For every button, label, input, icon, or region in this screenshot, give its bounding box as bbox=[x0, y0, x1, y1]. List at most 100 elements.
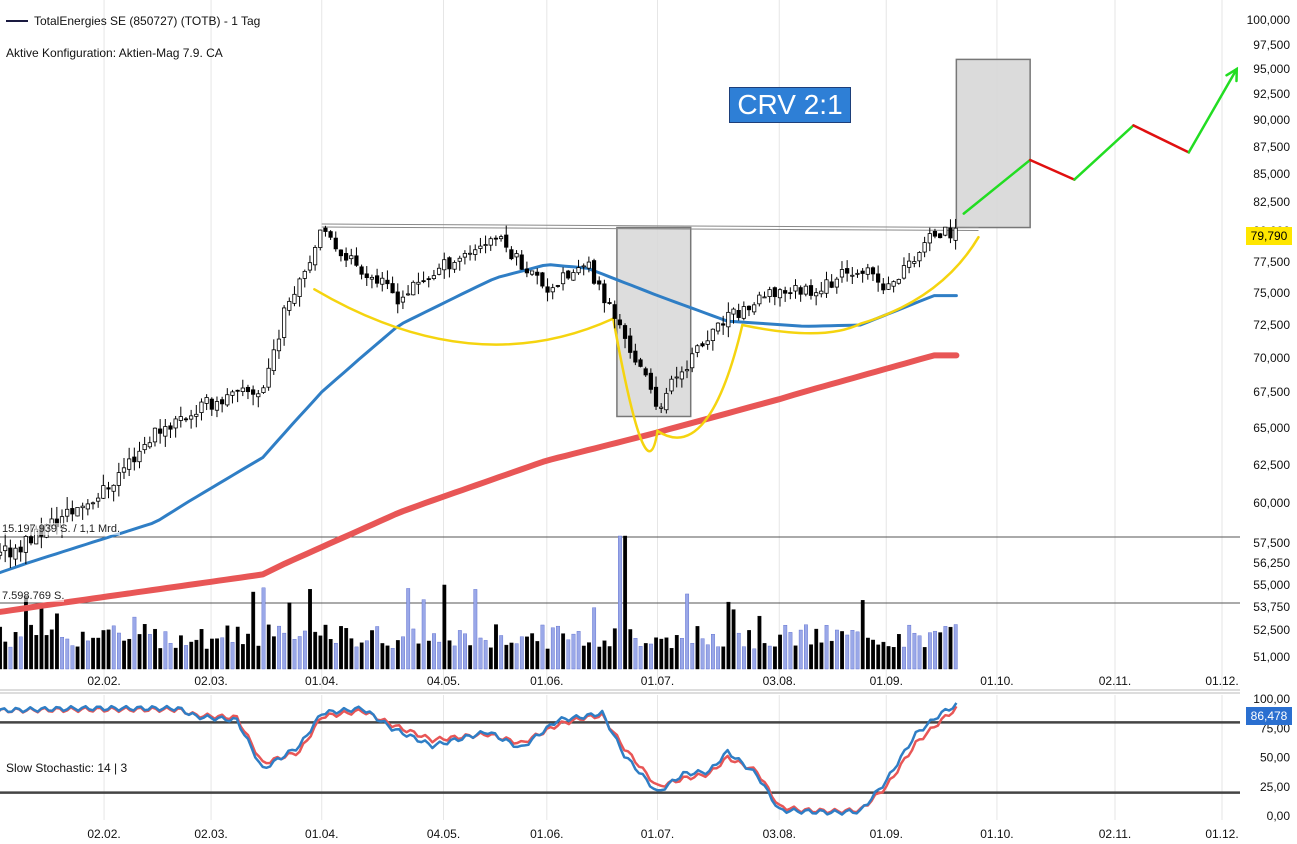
candle-body bbox=[545, 286, 550, 293]
volume-bar bbox=[447, 640, 452, 670]
candle-body bbox=[829, 281, 834, 288]
volume-bar bbox=[411, 628, 416, 670]
candle-body bbox=[633, 350, 638, 363]
price-tick-label-2: 95,000 bbox=[1253, 62, 1290, 76]
volume-bar bbox=[65, 638, 70, 670]
candle-body bbox=[540, 272, 545, 287]
date-tick-label-5: 01.07. bbox=[641, 674, 674, 688]
volume-bar bbox=[333, 642, 338, 670]
stochastic-label: Slow Stochastic: 14 | 3 bbox=[6, 761, 128, 775]
volume-bar bbox=[153, 628, 157, 670]
candle-body bbox=[395, 291, 400, 305]
volume-bar bbox=[313, 631, 318, 670]
candle-body bbox=[390, 283, 395, 294]
price-tick-label-20: 53,750 bbox=[1253, 600, 1290, 614]
stochastic-value-tag: 86,478 bbox=[1246, 707, 1292, 725]
candle-body bbox=[560, 272, 566, 285]
volume-bar bbox=[866, 637, 870, 670]
sma-red-line bbox=[0, 352, 960, 615]
volume-bar bbox=[148, 634, 152, 670]
volume-bar bbox=[96, 637, 101, 670]
volume-bar bbox=[587, 642, 591, 670]
candle-body bbox=[90, 502, 96, 505]
volume-bar bbox=[127, 638, 132, 670]
candle-body bbox=[199, 401, 204, 413]
candle-body bbox=[142, 444, 147, 451]
volume-bar bbox=[189, 641, 194, 670]
candle-body bbox=[509, 249, 514, 260]
volume-bar bbox=[308, 589, 312, 670]
volume-bar bbox=[829, 640, 834, 670]
volume-bar bbox=[881, 641, 886, 670]
candle-body bbox=[333, 237, 338, 250]
volume-bar bbox=[168, 643, 173, 670]
volume-bar bbox=[34, 635, 39, 670]
volume-bar bbox=[158, 648, 163, 670]
volume-bar bbox=[835, 629, 839, 670]
sma-blue-line bbox=[0, 263, 958, 575]
candle-body bbox=[158, 428, 163, 434]
volume-level-mid: 7.598.769 S. bbox=[2, 590, 65, 602]
candle-body bbox=[684, 369, 690, 372]
candle-body bbox=[943, 226, 948, 236]
volume-bar bbox=[938, 632, 943, 670]
price-tick-label-13: 67,500 bbox=[1253, 385, 1290, 399]
date-tick-label-1: 02.03. bbox=[194, 674, 227, 688]
volume-bar bbox=[943, 626, 948, 670]
volume-bar bbox=[349, 638, 354, 670]
stoch-date-tick-label-1: 02.03. bbox=[194, 827, 227, 841]
candle-body bbox=[385, 279, 390, 285]
volume-bar bbox=[896, 634, 901, 670]
date-tick-label-6: 03.08. bbox=[763, 674, 796, 688]
target-path-segment bbox=[1028, 158, 1076, 181]
volume-bar bbox=[29, 624, 34, 670]
volume-bar bbox=[163, 631, 168, 670]
stoch-tick-label-0: 100,00 bbox=[1253, 692, 1290, 706]
candle-body bbox=[586, 261, 591, 269]
candle-body bbox=[772, 287, 777, 298]
candle-body bbox=[132, 456, 137, 463]
volume-bar bbox=[364, 640, 369, 670]
candle-body bbox=[529, 270, 535, 275]
candle-body bbox=[214, 401, 220, 411]
candle-body bbox=[121, 467, 127, 473]
date-tick-label-3: 04.05. bbox=[427, 674, 460, 688]
candle-body bbox=[907, 260, 912, 268]
volume-bar bbox=[566, 639, 571, 670]
candle-body bbox=[8, 547, 13, 558]
candle-body bbox=[80, 505, 85, 509]
volume-bar bbox=[282, 632, 287, 670]
candle-body bbox=[576, 267, 581, 274]
candle-body bbox=[431, 275, 437, 279]
price-tick-label-21: 52,500 bbox=[1253, 623, 1290, 637]
volume-bar bbox=[261, 587, 266, 670]
candle-body bbox=[850, 274, 855, 277]
date-tick-label-8: 01.10. bbox=[980, 674, 1013, 688]
candle-body bbox=[659, 406, 664, 409]
candle-body bbox=[225, 394, 230, 406]
candle-body bbox=[891, 281, 896, 287]
candle-body bbox=[163, 426, 168, 437]
stoch-date-tick-label-5: 01.07. bbox=[641, 827, 674, 841]
volume-bar bbox=[607, 646, 612, 670]
candle-body bbox=[442, 259, 447, 271]
stoch-date-tick-label-10: 01.12. bbox=[1205, 827, 1238, 841]
volume-bar bbox=[845, 634, 850, 670]
price-tick-label-5: 87,500 bbox=[1253, 140, 1290, 154]
volume-bar bbox=[401, 636, 405, 670]
volume-bar bbox=[690, 643, 695, 670]
volume-bar bbox=[220, 637, 225, 670]
volume-bar bbox=[463, 633, 467, 670]
volume-bar bbox=[225, 625, 230, 670]
candle-body bbox=[901, 265, 907, 279]
volume-bar bbox=[545, 648, 550, 670]
volume-bar bbox=[855, 631, 860, 670]
price-tick-label-7: 82,500 bbox=[1253, 195, 1290, 209]
volume-bar bbox=[659, 638, 664, 670]
candle-body bbox=[23, 536, 28, 553]
stoch-date-tick-label-8: 01.10. bbox=[980, 827, 1013, 841]
candle-body bbox=[886, 283, 891, 290]
candle-body bbox=[783, 290, 788, 294]
volume-bar bbox=[742, 646, 746, 670]
volume-bar bbox=[654, 637, 659, 670]
